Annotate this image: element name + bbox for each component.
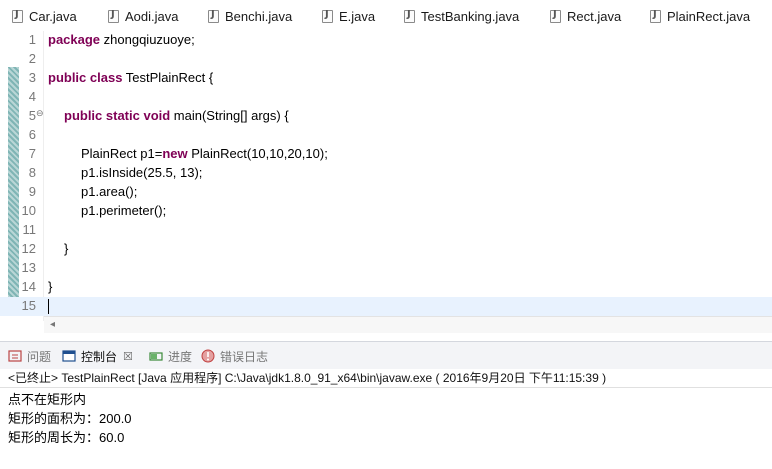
tab-plainrect-java[interactable]: PlainRect.java — [650, 5, 750, 27]
console-status: <已终止> TestPlainRect [Java 应用程序] C:\Java\… — [8, 371, 607, 385]
editor-tab-bar: Car.java Aodi.java Benchi.java E.java Te… — [0, 0, 772, 32]
line-number: 12 — [21, 241, 36, 256]
code-line-8: 8 p1.isInside(25.5, 13); — [0, 164, 772, 183]
code-text: public class TestPlainRect { — [48, 70, 213, 85]
tab-car-java[interactable]: Car.java — [12, 5, 77, 27]
tab-label: Benchi.java — [225, 8, 293, 24]
tab-label: Car.java — [29, 8, 77, 24]
line-number: 8 — [28, 165, 36, 180]
keyword: package — [48, 32, 101, 47]
code-line-9: 9 p1.area(); — [0, 183, 772, 202]
tab-console[interactable]: 控制台 ☒ — [62, 346, 133, 366]
tab-benchi-java[interactable]: Benchi.java — [208, 5, 292, 27]
line-number: 9 — [28, 184, 36, 199]
code-text: public static void main(String[] args) { — [64, 108, 289, 123]
tab-testbanking-java[interactable]: TestBanking.java — [404, 5, 519, 27]
code-line-13: 13 — [0, 259, 772, 278]
code-line-14: 14 } — [0, 278, 772, 297]
tab-label: 控制台 — [81, 349, 118, 364]
tab-label: 进度 — [168, 349, 193, 364]
console-icon — [62, 349, 76, 363]
line-number: 1 — [28, 32, 36, 47]
line-number: 5 — [28, 108, 36, 123]
tab-progress[interactable]: 进度 — [149, 346, 192, 366]
tab-label: Rect.java — [567, 8, 622, 24]
fold-collapse-icon[interactable]: ⊖ — [36, 109, 44, 119]
java-file-icon — [550, 9, 561, 23]
code-fragment: TestPlainRect { — [122, 70, 214, 85]
error-log-icon — [201, 349, 215, 363]
line-number: 10 — [21, 203, 36, 218]
code-line-11: 11 — [0, 221, 772, 240]
code-line-6: 6 — [0, 126, 772, 145]
tab-label: Aodi.java — [125, 8, 179, 24]
code-line-7: 7 PlainRect p1=new PlainRect(10,10,20,10… — [0, 145, 772, 164]
view-tab-bar: 问题 控制台 ☒ 进度 错误日志 — [0, 341, 772, 370]
tab-e-java[interactable]: E.java — [322, 5, 375, 27]
code-line-12: 12 } — [0, 240, 772, 259]
tab-label: E.java — [339, 8, 376, 24]
code-text: package zhongqiuzuoye; — [48, 32, 195, 47]
code-line-5: 5 ⊖ public static void main(String[] arg… — [0, 107, 772, 126]
keyword: new — [162, 146, 188, 161]
code-line-10: 10 p1.perimeter(); — [0, 202, 772, 221]
code-fragment: PlainRect p1= — [81, 146, 163, 161]
horizontal-scrollbar[interactable]: ◂ — [44, 316, 772, 333]
problems-icon — [8, 349, 22, 363]
tab-label: PlainRect.java — [667, 8, 751, 24]
console-divider — [0, 387, 772, 388]
code-line-2: 2 — [0, 50, 772, 69]
tab-error-log[interactable]: 错误日志 — [201, 346, 268, 366]
line-number: 2 — [28, 51, 36, 66]
code-line-3: 3 public class TestPlainRect { — [0, 69, 772, 88]
progress-icon — [149, 349, 163, 363]
code-text: p1.perimeter(); — [81, 203, 167, 218]
code-text: } — [64, 241, 69, 256]
java-file-icon — [208, 9, 219, 23]
java-file-icon — [12, 9, 23, 23]
text-caret — [48, 299, 49, 314]
code-line-15: 15 — [0, 297, 772, 316]
java-file-icon — [404, 9, 415, 23]
code-text: p1.area(); — [81, 184, 138, 199]
keyword: public class — [48, 70, 123, 85]
line-number: 7 — [28, 146, 36, 161]
tab-label: 问题 — [27, 349, 52, 364]
java-file-icon — [322, 9, 333, 23]
code-text: } — [48, 279, 53, 294]
tab-aodi-java[interactable]: Aodi.java — [108, 5, 178, 27]
code-fragment: main(String[] args) { — [170, 108, 289, 123]
line-number: 11 — [22, 222, 37, 237]
scroll-left-icon[interactable]: ◂ — [50, 319, 55, 330]
code-text: p1.isInside(25.5, 13); — [81, 165, 203, 180]
console-output-line: 矩形的面积为：200.0 — [8, 411, 132, 426]
code-line-1: 1 package zhongqiuzuoye; — [0, 31, 772, 50]
code-text: PlainRect p1=new PlainRect(10,10,20,10); — [81, 146, 328, 161]
line-number: 15 — [21, 298, 36, 313]
line-number: 6 — [28, 127, 36, 142]
console-output-line: 点不在矩形内 — [8, 392, 87, 407]
line-number: 14 — [21, 279, 36, 294]
line-number: 4 — [28, 89, 36, 104]
console-view[interactable]: <已终止> TestPlainRect [Java 应用程序] C:\Java\… — [0, 369, 772, 469]
code-fragment: PlainRect(10,10,20,10); — [187, 146, 328, 161]
java-file-icon — [108, 9, 119, 23]
line-number: 3 — [28, 70, 36, 85]
tab-label: TestBanking.java — [421, 8, 520, 24]
close-icon[interactable]: ☒ — [123, 350, 133, 363]
code-fragment: zhongqiuzuoye; — [100, 32, 195, 47]
java-file-icon — [650, 9, 661, 23]
tab-label: 错误日志 — [220, 349, 269, 364]
keyword: public static void — [64, 108, 171, 123]
console-output-line: 矩形的周长为：60.0 — [8, 430, 125, 445]
code-editor[interactable]: 1 package zhongqiuzuoye; 2 3 public clas… — [0, 31, 772, 333]
tab-rect-java[interactable]: Rect.java — [550, 5, 621, 27]
code-line-4: 4 — [0, 88, 772, 107]
line-number: 13 — [21, 260, 36, 275]
tab-problems[interactable]: 问题 — [8, 346, 51, 366]
